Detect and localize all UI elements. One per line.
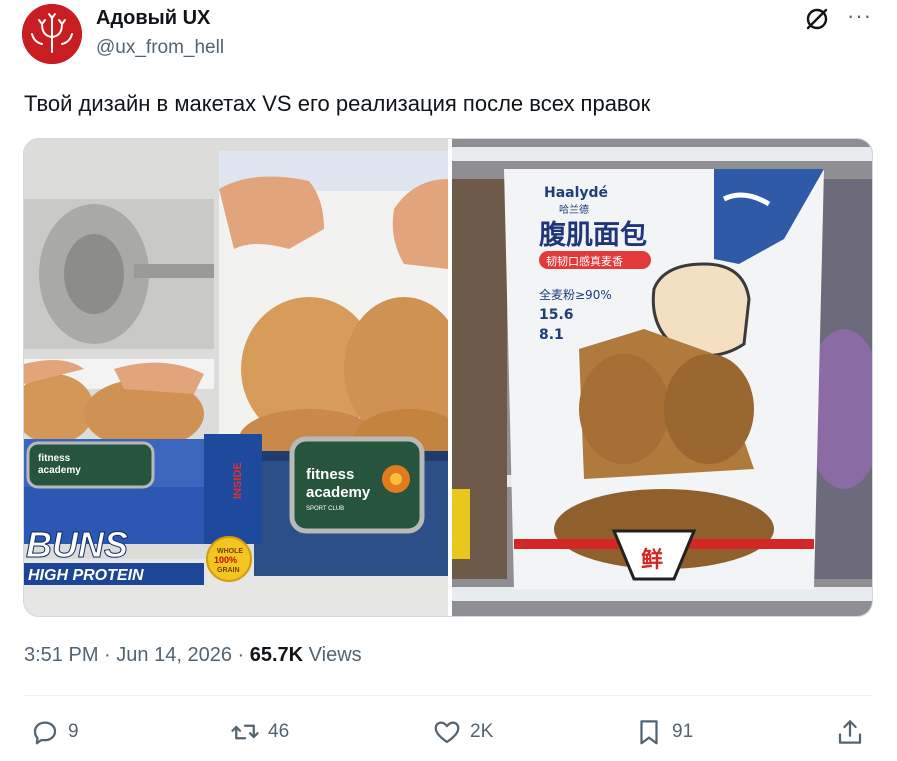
more-icon[interactable]: ··· [847,4,872,28]
svg-text:Haalydé: Haalydé [544,185,608,201]
like-count: 2K [470,721,494,742]
like-button[interactable]: 2K [432,714,493,750]
bookmark-icon [640,720,658,745]
author-display-name[interactable]: Адовый UX [96,7,210,30]
heart-icon [434,721,460,744]
divider [24,695,872,696]
views-count: 65.7K [249,644,304,666]
left-photo: fitness academy SPORT CLUB fitness acade… [24,139,464,616]
svg-text:GRAIN: GRAIN [217,567,240,574]
svg-text:HIGH PROTEIN: HIGH PROTEIN [28,567,144,584]
bookmark-count: 91 [672,721,694,742]
tweet-media[interactable]: fitness academy SPORT CLUB fitness acade… [23,138,873,617]
svg-text:腹肌面包: 腹肌面包 [538,219,647,251]
author-handle[interactable]: @ux_from_hell [96,37,224,59]
grok-icon[interactable] [803,5,831,33]
svg-text:academy: academy [38,465,81,476]
svg-text:15.6: 15.6 [539,307,574,323]
svg-text:韧韧口感真麦香: 韧韧口感真麦香 [546,254,623,268]
svg-text:100%: 100% [214,555,237,565]
svg-text:fitness: fitness [38,453,71,464]
tweet-date[interactable]: Jun 14, 2026 [116,644,232,666]
devil-trident-icon [22,4,82,64]
meta-separator: · [237,644,245,666]
reply-count: 9 [68,721,79,742]
views-label: Views [308,644,362,666]
retweet-count: 46 [268,721,290,742]
svg-text:INSIDE: INSIDE [232,462,244,499]
share-button[interactable] [835,714,865,750]
tweet-meta: 3:51 PM · Jun 14, 2026 · 65.7K Views [24,644,362,667]
svg-text:全麦粉≥90%: 全麦粉≥90% [539,287,612,302]
svg-text:鲜: 鲜 [641,548,663,573]
svg-text:SPORT CLUB: SPORT CLUB [306,506,344,512]
svg-text:哈兰德: 哈兰德 [559,203,589,216]
retweet-button[interactable]: 46 [230,714,289,750]
share-icon [838,720,862,744]
retweet-icon [231,724,259,740]
reply-icon [33,721,57,745]
svg-text:academy: academy [306,484,371,501]
bookmark-button[interactable]: 91 [634,714,693,750]
svg-text:WHOLE: WHOLE [217,548,243,555]
right-photo: Haalydé 哈兰德 腹肌面包 韧韧口感真麦香 全麦粉≥90% 15.6 8.… [452,139,872,616]
meta-separator: · [104,644,111,666]
box-brand-label: fitness [306,466,354,483]
avatar[interactable] [22,4,82,64]
box-product-label: BUNS [26,524,128,565]
svg-text:8.1: 8.1 [539,327,564,343]
tweet-time[interactable]: 3:51 PM [24,644,98,666]
reply-button[interactable]: 9 [30,714,79,750]
tweet-text: Твой дизайн в макетах VS его реализация … [24,91,651,116]
